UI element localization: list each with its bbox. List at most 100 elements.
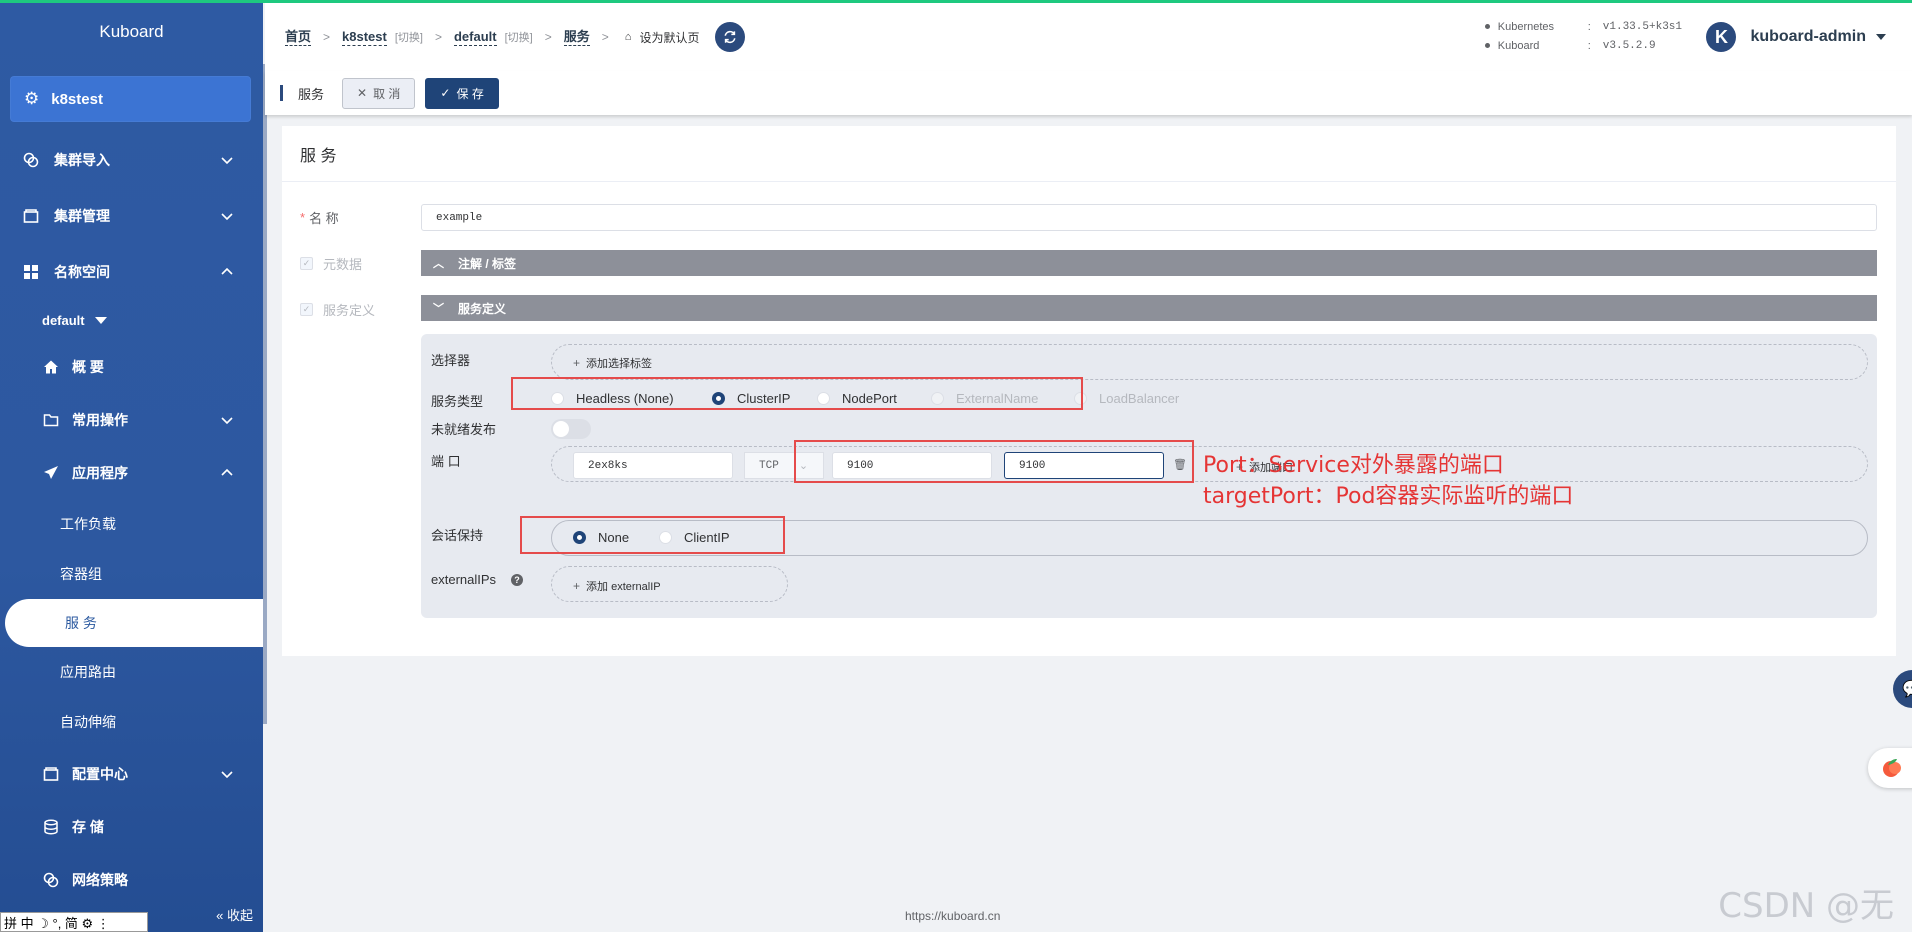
publish-not-ready-switch[interactable] (551, 419, 591, 439)
radio-loadbalancer: LoadBalancer (1074, 391, 1179, 406)
set-default-label: 设为默认页 (639, 30, 700, 45)
fruit-icon (1883, 759, 1901, 777)
save-button[interactable]: ✓ 保 存 (425, 77, 499, 109)
checkbox-icon[interactable]: ✓ (300, 257, 313, 270)
top-header: 首页 > k8stest [切换] > default [切换] > 服务 > … (265, 3, 1912, 71)
port-name-input[interactable]: 2ex8ks (573, 452, 733, 479)
sidebar-scrollbar[interactable] (263, 64, 267, 724)
version-info: Kubernetes: v1.33.5+k3s1 Kuboard: v3.5.2.9 (1484, 17, 1682, 55)
annotation-port: Port：Service对外暴露的端口 (1203, 453, 1504, 478)
ime-status: 拼 中 ☽ °, 简 ⚙ ⋮ (4, 915, 110, 931)
bullet-icon (1484, 24, 1490, 29)
chevron-up-icon (221, 468, 233, 476)
annotations-section-header[interactable]: ︿ 注解 / 标签 (421, 250, 1877, 276)
sidebar-item-workloads[interactable]: 工作负载 (0, 499, 263, 549)
brand-title[interactable]: Kuboard (0, 0, 263, 64)
external-ips-label: externalIPs (431, 572, 497, 587)
service-type-label: 服务类型 (431, 394, 484, 409)
chevron-down-icon (221, 416, 233, 424)
add-externalip-label: 添加 externalIP (586, 581, 661, 593)
name-label-text: 名 称 (309, 211, 339, 226)
namespace-name: default (42, 312, 85, 328)
user-menu[interactable]: K kuboard-admin (1706, 22, 1886, 52)
send-icon (42, 464, 60, 482)
sidebar-item-label: 网络策略 (72, 871, 128, 888)
avatar: K (1706, 22, 1737, 52)
cancel-label: 取 消 (373, 86, 401, 101)
ime-toolbar[interactable]: 拼 中 ☽ °, 简 ⚙ ⋮ (0, 912, 148, 932)
cluster-selector[interactable]: ⚙ k8stest (10, 76, 251, 122)
name-input[interactable]: example (421, 204, 1877, 231)
selector-box (551, 344, 1868, 380)
sidebar-item-applications[interactable]: 应用程序 (0, 446, 263, 499)
sidebar-item-common-ops[interactable]: 常用操作 (0, 393, 263, 446)
breadcrumb-home[interactable]: 首页 (285, 29, 312, 46)
chat-icon: 💬 (1902, 681, 1912, 698)
set-default-page-button[interactable]: ⌂ 设为默认页 (625, 29, 700, 46)
annotation-target-port: targetPort：Pod容器实际监听的端口 (1203, 484, 1574, 509)
chevron-up-icon (221, 267, 233, 275)
sidebar-item-label: 集群导入 (54, 152, 110, 168)
card-title: 服 务 (282, 126, 1896, 182)
cancel-button[interactable]: ✕ 取 消 (342, 77, 416, 109)
breadcrumb-cluster-switch[interactable]: [切换] (395, 29, 423, 45)
chevron-right-icon: > (544, 30, 552, 44)
footer-url[interactable]: https://kuboard.cn (905, 909, 1000, 923)
version-name: Kubernetes (1497, 20, 1555, 33)
chat-button[interactable]: 💬 (1893, 670, 1912, 708)
sidebar-item-namespace[interactable]: 名称空间 (0, 244, 263, 300)
chevron-right-icon: > (601, 30, 609, 44)
home-icon: ⌂ (624, 31, 632, 43)
add-externalip-button[interactable]: + 添加 externalIP (573, 578, 661, 594)
add-selector-button[interactable]: + 添加选择标签 (573, 355, 652, 371)
save-label: 保 存 (456, 86, 484, 101)
version-value: v1.33.5+k3s1 (1602, 20, 1682, 33)
breadcrumb-namespace-switch[interactable]: [切换] (505, 29, 533, 45)
bullet-icon (1484, 43, 1490, 48)
sidebar-item-services[interactable]: 服 务 (5, 599, 263, 647)
service-definition-section-title: 服务定义 (458, 301, 507, 316)
sidebar: Kuboard ⚙ k8stest 集群导入 集群管理 名称空间 default… (0, 0, 263, 932)
metadata-label[interactable]: ✓ 元数据 (300, 254, 362, 273)
link-icon (42, 871, 60, 889)
highlight-box-session-affinity (520, 516, 785, 554)
caret-down-icon (1876, 34, 1886, 40)
refresh-button[interactable] (715, 22, 746, 52)
metadata-label-text: 元数据 (323, 257, 363, 272)
feedback-button[interactable] (1868, 748, 1912, 788)
highlight-box-ports (794, 440, 1194, 483)
breadcrumb: 首页 > k8stest [切换] > default [切换] > 服务 > … (265, 22, 746, 52)
watermark: CSDN @无 (1718, 886, 1894, 926)
sidebar-item-cluster-manage[interactable]: 集群管理 (0, 188, 263, 244)
namespace-selector[interactable]: default (0, 300, 263, 340)
sidebar-item-label: 配置中心 (72, 765, 128, 782)
server-icon (42, 765, 60, 783)
sidebar-item-storage[interactable]: 存 储 (0, 800, 263, 853)
collapse-sidebar-button[interactable]: « 收起 (216, 905, 253, 924)
breadcrumb-services[interactable]: 服务 (563, 29, 590, 46)
sidebar-item-pods[interactable]: 容器组 (0, 549, 263, 599)
name-label: * 名 称 (300, 208, 339, 227)
gear-icon: ⚙ (24, 89, 40, 108)
service-definition-section-header[interactable]: ﹀ 服务定义 (421, 295, 1877, 321)
close-icon: ✕ (357, 86, 368, 100)
breadcrumb-cluster[interactable]: k8stest (342, 29, 387, 46)
sidebar-item-network-policy[interactable]: 网络策略 (0, 853, 263, 906)
sidebar-item-autoscaling[interactable]: 自动伸缩 (0, 697, 263, 747)
sidebar-item-overview[interactable]: 概 要 (0, 340, 263, 393)
collapse-label: 收起 (226, 908, 253, 923)
sidebar-item-config-center[interactable]: 配置中心 (0, 747, 263, 800)
annotations-section-title: 注解 / 标签 (458, 256, 517, 271)
sidebar-item-cluster-import[interactable]: 集群导入 (0, 132, 263, 188)
help-icon[interactable]: ? (511, 574, 523, 586)
double-chevron-left-icon: « (216, 908, 224, 923)
sidebar-item-label: 概 要 (72, 358, 104, 375)
user-name: kuboard-admin (1750, 28, 1866, 45)
chevron-down-icon (221, 157, 233, 165)
sidebar-item-ingress[interactable]: 应用路由 (0, 647, 263, 697)
service-definition-label[interactable]: ✓ 服务定义 (300, 300, 375, 319)
plus-icon: + (573, 579, 581, 593)
breadcrumb-namespace[interactable]: default (453, 29, 497, 46)
plus-icon: + (573, 356, 581, 370)
checkbox-icon[interactable]: ✓ (300, 303, 313, 316)
